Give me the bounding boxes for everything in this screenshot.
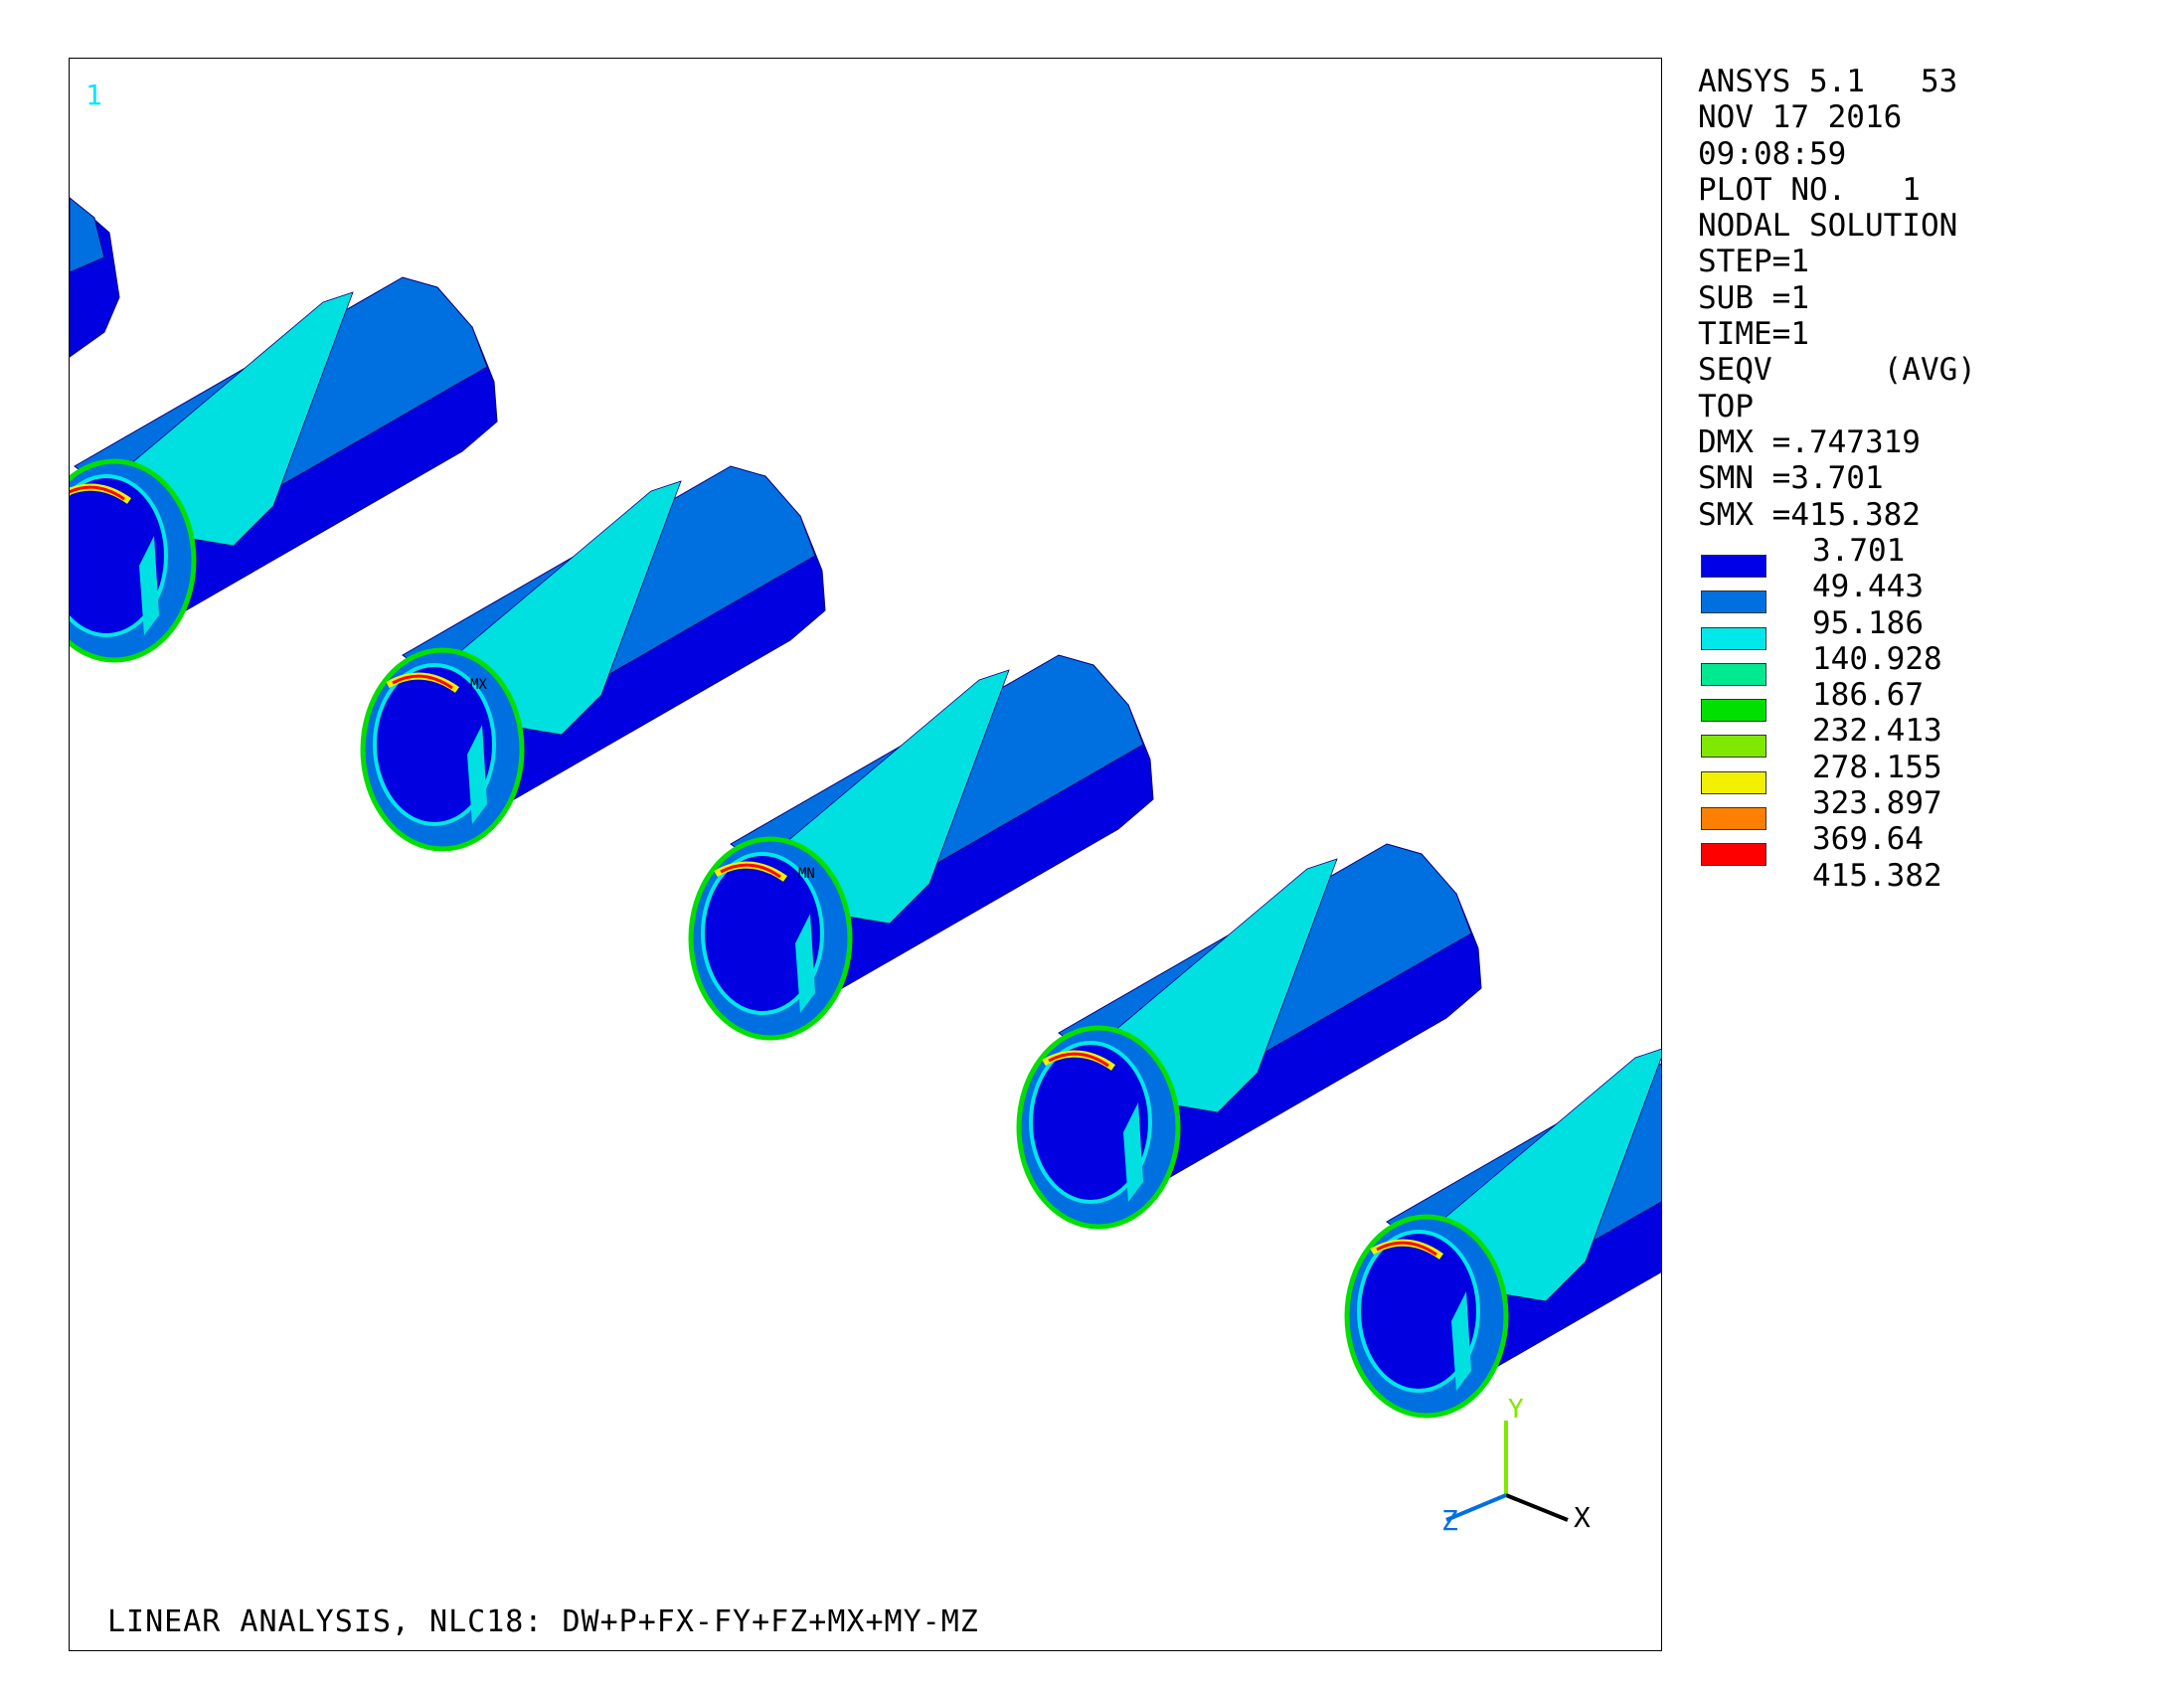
info-line: TOP [1698,388,1754,424]
legend-value: 140.928 [1812,640,1942,677]
tube: MX [360,465,826,852]
info-line: SEQV (AVG) [1698,352,1976,389]
legend-swatch [1701,807,1766,831]
tube [1016,843,1482,1230]
info-line: TIME=1 [1698,316,1809,353]
extreme-label: MN [798,866,815,882]
triad-z-label: Z [1441,1504,1458,1537]
legend-value: 369.64 [1812,821,1924,858]
analysis-title: LINEAR ANALYSIS, NLC18: DW+P+FX-FY+FZ+MX… [107,1604,979,1639]
triad-x-label: X [1574,1501,1591,1534]
tube [70,276,498,663]
info-line: SMX =415.382 [1698,496,1921,533]
legend-value: 3.701 [1812,533,1906,569]
info-line: SMN =3.701 [1698,460,1884,497]
info-line: 09:08:59 [1698,135,1847,172]
tube [1344,1048,1661,1419]
legend-value: 186.67 [1812,677,1924,714]
extreme-label: MX [470,677,487,693]
tube: MN [688,654,1154,1041]
legend-swatch [1701,735,1766,759]
legend-swatch [1701,662,1766,686]
info-line: PLOT NO. 1 [1698,171,1921,208]
legend-swatch [1701,699,1766,723]
legend-value: 49.443 [1812,569,1924,605]
info-line: SUB =1 [1698,279,1809,316]
plot-info-panel: ANSYS 5.1 53 NOV 17 2016 09:08:59 PLOT NO. … [1698,64,1976,533]
legend-swatch [1701,770,1766,794]
graphics-viewport[interactable]: 1 MX MN X Y Z LINEAR ANALYSIS, NLC18: DW+P+F… [69,58,1662,1651]
legend-swatch [1701,843,1766,867]
info-line: NODAL SOLUTION [1698,208,1958,245]
info-line: DMX =.747319 [1698,423,1921,460]
triad-x-axis [1505,1493,1569,1522]
info-line: ANSYS 5.1 53 [1698,64,1958,99]
legend-value: 278.155 [1812,749,1942,785]
info-line: NOV 17 2016 [1698,99,1903,136]
legend-value: 323.897 [1812,785,1942,822]
legend-swatch [1701,626,1766,650]
legend-value: 232.413 [1812,713,1942,750]
legend-value: 95.186 [1812,604,1924,641]
legend-swatch [1701,590,1766,614]
info-line: STEP=1 [1698,244,1809,280]
model-scene: MX MN X Y Z [70,197,1661,1537]
legend-value: 415.382 [1812,857,1942,894]
triad-y-label: Y [1508,1395,1524,1425]
legend-swatch [1701,555,1766,578]
